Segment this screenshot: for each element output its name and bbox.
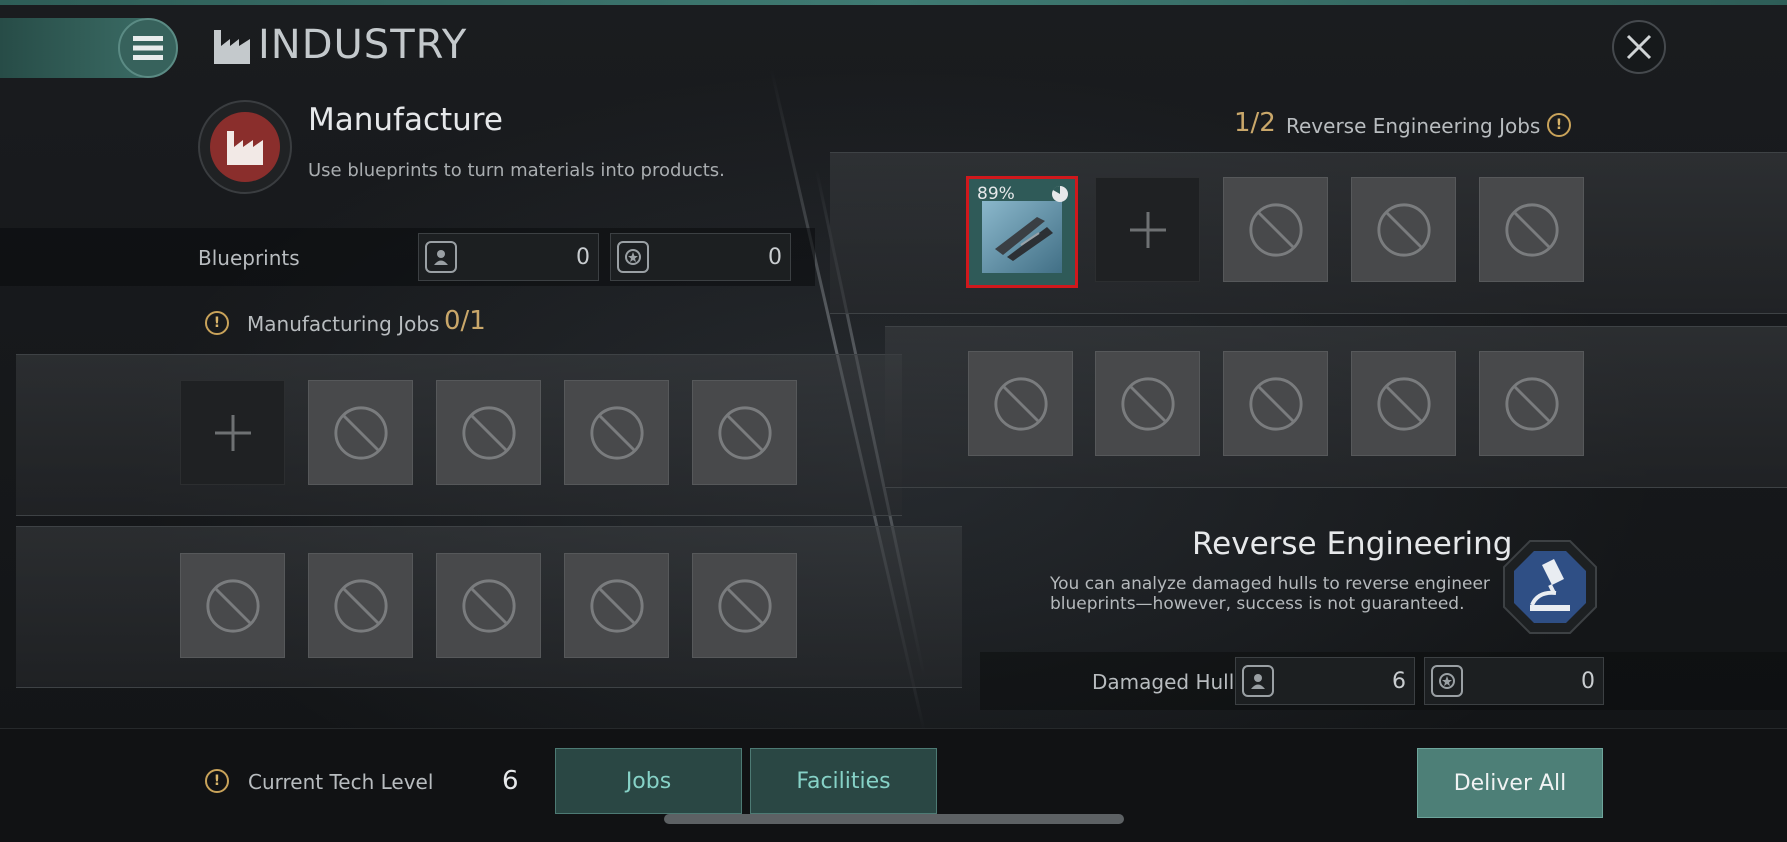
locked-icon: [1248, 376, 1303, 431]
reverse-engineering-description: You can analyze damaged hulls to reverse…: [1050, 574, 1490, 614]
damaged-hull-copy-icon: [1431, 665, 1463, 697]
add-reverse-engineering-job-slot[interactable]: [1095, 177, 1200, 282]
locked-icon: [333, 578, 388, 633]
blueprint-original-count: 0: [576, 244, 590, 270]
locked-slot: [436, 380, 541, 485]
tech-level-value: 6: [502, 766, 519, 796]
damaged-hull-copy-count: 0: [1581, 668, 1595, 694]
damaged-hull-original-count: 6: [1392, 668, 1406, 694]
home-indicator[interactable]: [664, 814, 1124, 824]
damaged-hull-original-icon: [1242, 665, 1274, 697]
locked-icon: [1248, 202, 1303, 257]
top-accent-line: [0, 0, 1787, 5]
manufacture-icon-frame: [198, 100, 292, 194]
damaged-hull-counter-copy: 0: [1424, 657, 1604, 705]
blueprint-counter-original: 0: [418, 233, 599, 281]
warning-icon[interactable]: !: [1547, 113, 1571, 137]
locked-slot: [1351, 351, 1456, 456]
locked-slot: [564, 553, 669, 658]
locked-slot: [692, 553, 797, 658]
tech-level-label: Current Tech Level: [248, 770, 434, 794]
locked-slot: [1351, 177, 1456, 282]
blueprint-original-icon: [425, 241, 457, 273]
locked-icon: [1376, 376, 1431, 431]
locked-slot: [968, 351, 1073, 456]
reverse-engineering-active-job[interactable]: 89%: [966, 176, 1078, 288]
locked-slot: [564, 380, 669, 485]
menu-button[interactable]: [118, 18, 178, 78]
damaged-hull-label: Damaged Hull: [1092, 670, 1235, 694]
manufacturing-jobs-count: 0/1: [444, 306, 486, 336]
plus-icon: [214, 414, 251, 451]
manufacture-description: Use blueprints to turn materials into pr…: [308, 160, 725, 181]
job-progress: 89%: [977, 184, 1015, 204]
blueprint-copy-count: 0: [768, 244, 782, 270]
locked-icon: [1120, 376, 1175, 431]
locked-icon: [333, 405, 388, 460]
reverse-engineering-jobs-count: 1/2: [1234, 108, 1276, 138]
locked-icon: [461, 405, 516, 460]
locked-icon: [717, 405, 772, 460]
locked-icon: [589, 405, 644, 460]
damaged-hull-counter-original: 6: [1235, 657, 1415, 705]
progress-pie-icon: [1052, 185, 1068, 202]
reverse-engineering-jobs-label: Reverse Engineering Jobs: [1286, 114, 1541, 138]
close-button[interactable]: [1612, 20, 1666, 74]
tab-jobs[interactable]: Jobs: [555, 748, 742, 814]
plus-icon: [1129, 211, 1166, 248]
locked-slot: [1479, 177, 1584, 282]
locked-slot: [436, 553, 541, 658]
locked-icon: [205, 578, 260, 633]
locked-icon: [589, 578, 644, 633]
locked-slot: [692, 380, 797, 485]
page-title: INDUSTRY: [258, 22, 468, 68]
reverse-engineering-icon-frame: [1498, 535, 1602, 639]
locked-icon: [717, 578, 772, 633]
close-icon: [1626, 34, 1652, 60]
blueprint-counter-copy: 0: [610, 233, 791, 281]
menu-icon: [133, 36, 163, 60]
reverse-engineering-title: Reverse Engineering: [1192, 526, 1513, 562]
locked-slot: [1479, 351, 1584, 456]
locked-slot: [1095, 351, 1200, 456]
add-manufacturing-job-slot[interactable]: [180, 380, 285, 485]
locked-slot: [308, 380, 413, 485]
manufacturing-jobs-label: Manufacturing Jobs: [247, 312, 440, 336]
blueprints-label: Blueprints: [198, 246, 300, 270]
locked-icon: [993, 376, 1048, 431]
manufacture-title: Manufacture: [308, 102, 503, 138]
locked-slot: [180, 553, 285, 658]
tab-facilities[interactable]: Facilities: [750, 748, 937, 814]
factory-icon: [227, 131, 263, 165]
blueprint-copy-icon: [617, 241, 649, 273]
warning-icon[interactable]: !: [205, 769, 229, 793]
locked-slot: [308, 553, 413, 658]
locked-slot: [1223, 351, 1328, 456]
microscope-icon: [1503, 540, 1597, 634]
locked-slot: [1223, 177, 1328, 282]
factory-icon: [214, 30, 250, 64]
warning-icon[interactable]: !: [205, 311, 229, 335]
locked-icon: [1504, 202, 1559, 257]
locked-icon: [1376, 202, 1431, 257]
locked-icon: [1504, 376, 1559, 431]
locked-icon: [461, 578, 516, 633]
deliver-all-button[interactable]: Deliver All: [1417, 748, 1603, 818]
